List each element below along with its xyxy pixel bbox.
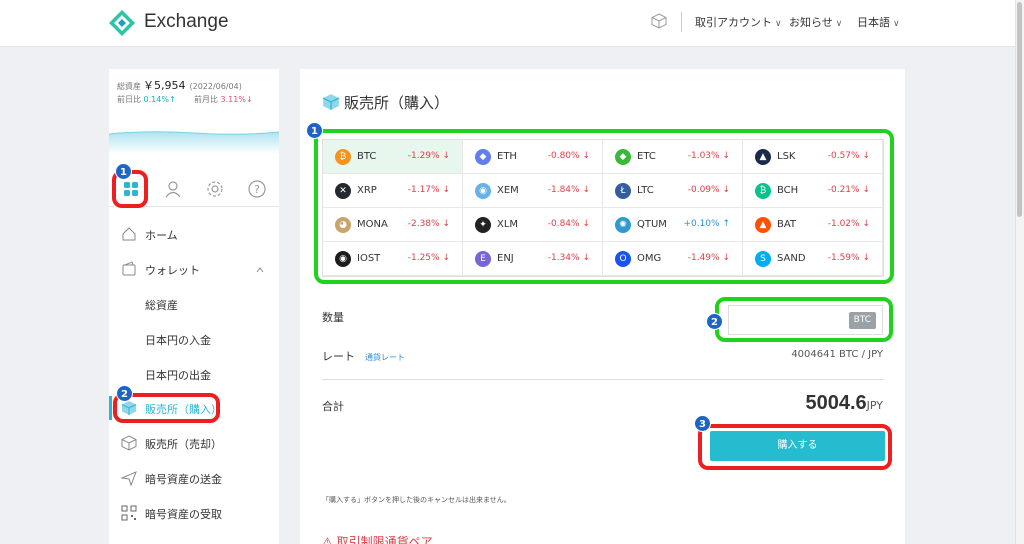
help-icon[interactable]: ?	[247, 179, 267, 199]
rate-value: 4004641 BTC / JPY	[791, 349, 883, 360]
language-menu[interactable]: 日本語 ∨	[857, 14, 900, 30]
day-change-value: 0.14%↑	[143, 95, 176, 104]
balance-sparkline	[109, 131, 279, 154]
notice-label: お知らせ	[789, 16, 833, 29]
rate-label: レート	[322, 350, 355, 363]
cube-icon	[121, 435, 137, 451]
balance-value: ￥5,954	[143, 79, 186, 92]
wallet-icon	[122, 261, 136, 276]
sidebar-item-sell[interactable]: 販売所（売却）	[109, 428, 279, 458]
svg-text:?: ?	[254, 183, 260, 196]
trade-account-menu[interactable]: 取引アカウント ∨	[695, 14, 782, 30]
restricted-pairs-heading: ⚠ 取引制限通貨ペア	[322, 535, 433, 544]
active-indicator	[109, 396, 112, 420]
sidebar-item-jpy-withdraw[interactable]: 日本円の出金	[109, 359, 279, 389]
sidebar-item-wallet[interactable]: ウォレット	[109, 254, 279, 284]
header-divider	[681, 12, 682, 32]
highlight-quantity	[715, 297, 893, 342]
sidebar-item-label: ウォレット	[145, 264, 200, 277]
total-label: 合計	[322, 400, 344, 413]
sidebar-item-receive[interactable]: 暗号資産の受取	[109, 498, 279, 528]
sidebar-item-total-assets[interactable]: 総資産	[109, 289, 279, 319]
day-change: 前日比 0.14%↑	[117, 94, 176, 105]
total-unit: JPY	[866, 399, 883, 412]
total-value: 5004.6	[805, 392, 867, 414]
highlight-coin-grid	[314, 129, 894, 284]
rate-row: レート 通貨レート	[322, 348, 405, 364]
qr-icon	[121, 505, 137, 521]
month-change: 前月比 3.11%↓	[194, 94, 253, 105]
sidebar-item-send[interactable]: 暗号資産の送金	[109, 463, 279, 493]
step-badge: 1	[306, 122, 323, 139]
sidebar-item-label: 暗号資産の受取	[145, 508, 222, 521]
step-badge: 3	[694, 415, 711, 432]
sidebar-item-home[interactable]: ホーム	[109, 219, 279, 249]
month-change-label: 前月比	[194, 95, 218, 104]
chevron-down-icon: ∨	[835, 19, 843, 29]
cube-icon[interactable]	[651, 13, 667, 29]
quantity-label: 数量	[322, 311, 344, 324]
page-title: 販売所（購入）	[344, 94, 450, 112]
brand-name[interactable]: Exchange	[144, 11, 229, 33]
sidebar-item-jpy-deposit[interactable]: 日本円の入金	[109, 324, 279, 354]
sidebar-item-label: 日本円の入金	[145, 334, 211, 347]
month-change-value: 3.11%↓	[220, 95, 253, 104]
divider	[322, 379, 884, 380]
sidebar-item-label: 暗号資産の送金	[145, 473, 222, 486]
step-badge: 1	[115, 163, 132, 180]
total-amount: 5004.6JPY	[805, 392, 883, 415]
trade-account-label: 取引アカウント	[695, 16, 772, 29]
cancel-note: 「購入する」ボタンを押した後のキャンセルは出来ません。	[322, 496, 511, 504]
chevron-up-icon[interactable]	[256, 266, 264, 274]
chevron-down-icon: ∨	[893, 19, 900, 29]
chevron-down-icon: ∨	[775, 19, 782, 29]
logo-icon[interactable]	[108, 9, 136, 37]
gear-icon[interactable]	[205, 179, 225, 199]
sidebar-item-label: 総資産	[145, 299, 178, 312]
step-badge: 2	[116, 385, 133, 402]
cube-icon	[322, 94, 340, 110]
top-header: Exchange 取引アカウント ∨ お知らせ ∨ 日本語 ∨	[0, 0, 1024, 47]
sidebar-item-label: 日本円の出金	[145, 369, 211, 382]
send-icon	[121, 471, 137, 486]
balance-label: 総資産	[117, 82, 141, 91]
sidebar-item-label: ホーム	[145, 229, 178, 242]
step-badge: 2	[706, 313, 723, 330]
notice-menu[interactable]: お知らせ ∨	[789, 14, 842, 30]
user-icon[interactable]	[163, 179, 183, 199]
highlight-buy-button	[698, 424, 892, 470]
balance-date: (2022/06/04)	[189, 82, 242, 91]
language-label: 日本語	[857, 16, 890, 29]
currency-rate-link[interactable]: 通貨レート	[365, 353, 405, 362]
sidebar: 総資産 ￥5,954 (2022/06/04) 前日比 0.14%↑ 前月比 3.1…	[109, 69, 279, 544]
day-change-label: 前日比	[117, 95, 141, 104]
balance-summary: 総資産 ￥5,954 (2022/06/04)	[117, 77, 242, 93]
sidebar-item-label: 販売所（売却）	[145, 438, 222, 451]
scrollbar-thumb[interactable]	[1017, 2, 1022, 217]
home-icon	[122, 227, 136, 241]
